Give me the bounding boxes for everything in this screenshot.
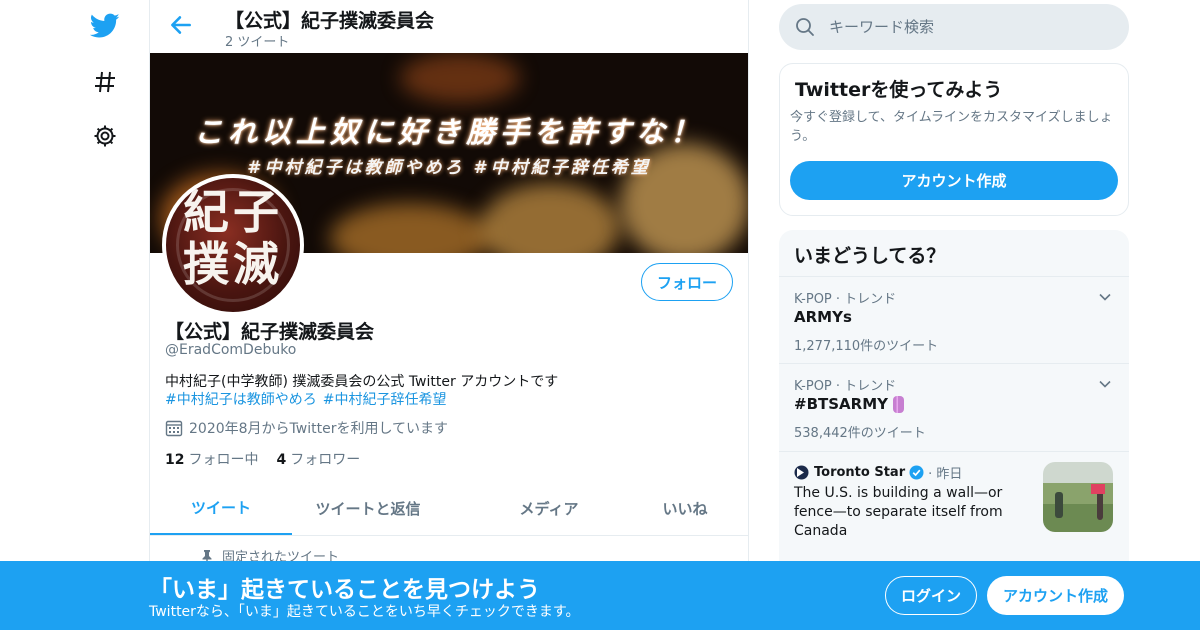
banner-glow xyxy=(400,53,520,103)
trend-item[interactable]: K-POP · トレンド ARMYs 1,277,110件のツイート xyxy=(779,276,1129,363)
follow-button[interactable]: フォロー xyxy=(641,263,733,301)
tab-tweets[interactable]: ツイート xyxy=(150,481,292,535)
hashtag-icon[interactable] xyxy=(88,65,122,99)
bottom-bar-title: 「いま」起きていることを見つけよう xyxy=(149,577,540,603)
profile-join-date: 2020年8月からTwitterを利用しています xyxy=(165,418,448,438)
login-button[interactable]: ログイン xyxy=(885,576,977,615)
trend-count: 538,442件のツイート xyxy=(794,426,926,441)
news-item[interactable]: Toronto Star · 昨日 The U.S. is building a… xyxy=(779,451,1129,554)
news-headline: The U.S. is building a wall—or fence—to … xyxy=(794,485,1003,539)
followers-link[interactable]: 4 フォロワー xyxy=(276,452,360,468)
avatar-text: 紀子 撲滅 xyxy=(183,185,283,291)
tab-tweets-and-replies[interactable]: ツイートと返信 xyxy=(297,481,439,535)
bottom-bar-subtitle: Twitterなら、「いま」起きていることをいち早くチェックできます。 xyxy=(149,604,580,620)
avatar[interactable]: 紀子 撲滅 xyxy=(162,174,304,316)
profile-bio: 中村紀子(中学教師) 撲滅委員会の公式 Twitter アカウントです xyxy=(165,374,559,390)
news-source-name: Toronto Star xyxy=(814,465,906,480)
thumbnail-sign xyxy=(1091,484,1105,494)
header-tweet-count: 2 ツイート xyxy=(225,35,290,50)
chevron-down-icon[interactable] xyxy=(1097,289,1113,305)
trend-name: ARMYs xyxy=(794,308,852,326)
hashtag-link[interactable]: #中村紀子辞任希望 xyxy=(323,392,447,408)
twitter-logo-icon[interactable] xyxy=(88,9,122,43)
verified-badge-icon xyxy=(909,465,924,480)
create-account-button[interactable]: アカウント作成 xyxy=(790,161,1118,200)
thumbnail-figure xyxy=(1055,492,1063,518)
trend-count: 1,277,110件のツイート xyxy=(794,339,939,354)
tab-likes[interactable]: いいね xyxy=(614,481,756,535)
hashtag-link[interactable]: #中村紀子は教師やめろ xyxy=(165,392,317,408)
following-count: 12 xyxy=(165,452,185,468)
gear-icon[interactable] xyxy=(88,119,122,153)
trend-name-row: #BTSARMY xyxy=(794,395,904,413)
bts-army-emoji-icon xyxy=(892,395,904,413)
search-box[interactable] xyxy=(779,4,1129,50)
left-nav xyxy=(80,0,130,630)
profile-name: 【公式】紀子撲滅委員会 xyxy=(165,321,375,343)
news-source: Toronto Star · 昨日 xyxy=(794,463,962,482)
back-arrow-icon[interactable] xyxy=(168,12,194,38)
profile-handle: @EradComDebuko xyxy=(165,342,297,358)
following-label: フォロー中 xyxy=(188,452,259,468)
signup-card-title: Twitterを使ってみよう xyxy=(795,79,1003,101)
search-input[interactable] xyxy=(829,18,1099,36)
trend-item[interactable]: K-POP · トレンド #BTSARMY 538,442件のツイート xyxy=(779,363,1129,451)
profile-tabs: ツイート ツイートと返信 メディア いいね xyxy=(150,481,748,536)
signup-card: Twitterを使ってみよう 今すぐ登録して、タイムラインをカスタマイズしましょ… xyxy=(779,63,1129,216)
signup-card-description: 今すぐ登録して、タイムラインをカスタマイズしましょう。 xyxy=(790,110,1113,144)
join-date-text: 2020年8月からTwitterを利用しています xyxy=(189,421,449,437)
trend-meta: K-POP · トレンド xyxy=(794,379,897,394)
chevron-down-icon[interactable] xyxy=(1097,376,1113,392)
profile-column: 【公式】紀子撲滅委員会 2 ツイート これ以上奴に好き勝手を許すな！ #中村紀子… xyxy=(149,0,749,630)
app-root: 【公式】紀子撲滅委員会 2 ツイート これ以上奴に好き勝手を許すな！ #中村紀子… xyxy=(0,0,1200,630)
news-thumbnail xyxy=(1043,462,1113,532)
calendar-icon xyxy=(165,420,183,437)
profile-stats: 12 フォロー中 4 フォロワー xyxy=(165,449,360,469)
search-icon xyxy=(796,18,814,36)
following-link[interactable]: 12 フォロー中 xyxy=(165,452,258,468)
banner-headline: これ以上奴に好き勝手を許すな！ xyxy=(193,115,704,149)
bottom-create-account-button[interactable]: アカウント作成 xyxy=(987,576,1124,615)
banner-glow xyxy=(330,203,490,253)
profile-header-bar: 【公式】紀子撲滅委員会 2 ツイート xyxy=(150,0,748,53)
profile-hashtags: #中村紀子は教師やめろ #中村紀子辞任希望 xyxy=(165,389,452,409)
followers-count: 4 xyxy=(276,452,287,468)
trend-meta: K-POP · トレンド xyxy=(794,292,897,307)
trends-title: いまどうしてる？ xyxy=(794,245,946,267)
toronto-star-logo-icon xyxy=(794,465,809,480)
followers-label: フォロワー xyxy=(290,452,361,468)
header-profile-name: 【公式】紀子撲滅委員会 xyxy=(225,10,435,32)
tab-media[interactable]: メディア xyxy=(478,481,620,535)
signup-bottom-bar: 「いま」起きていることを見つけよう Twitterなら、「いま」起きていることを… xyxy=(0,561,1200,630)
news-time: · 昨日 xyxy=(928,467,963,482)
trend-name: #BTSARMY xyxy=(794,395,888,413)
banner-glow xyxy=(480,183,620,253)
thumbnail-figure xyxy=(1097,490,1103,520)
